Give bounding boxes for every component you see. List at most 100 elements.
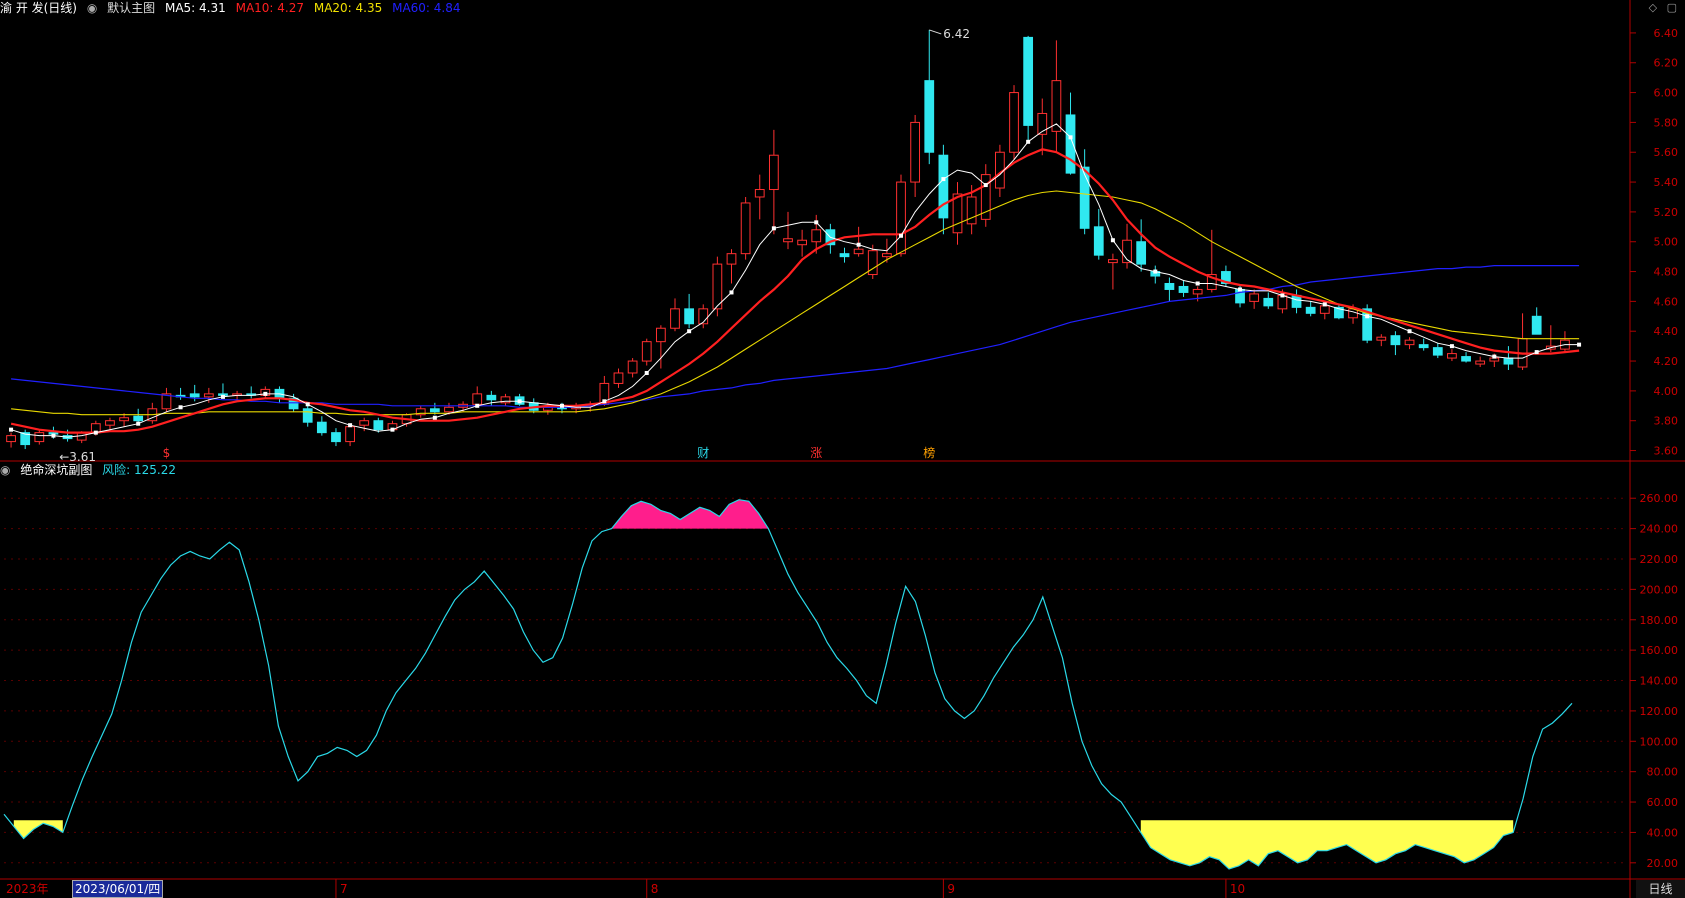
- candle-body: [670, 308, 680, 329]
- risk-tick-label: 200.00: [1640, 583, 1679, 596]
- candle-body: [359, 420, 370, 426]
- ma5-dot: [1280, 293, 1285, 298]
- kline-chart[interactable]: 6.40 6.20 6.00 5.80 5.60 5.40 5.20 5.00 4.80 4.60…: [0, 0, 1685, 898]
- risk-tick-label: 260.00: [1640, 492, 1679, 505]
- candle-body: [627, 360, 638, 374]
- price-tick-label: 4.80: [1654, 266, 1679, 279]
- candle-body: [1277, 294, 1288, 310]
- ma5-dot: [771, 226, 776, 231]
- candle: [1136, 219, 1147, 272]
- candle: [768, 129, 779, 235]
- ma5-dot: [51, 433, 56, 438]
- candle-body: [1531, 315, 1542, 335]
- candle-body: [1079, 166, 1090, 229]
- candle: [1164, 277, 1175, 302]
- candle-body: [345, 426, 355, 443]
- time-axis: 2023年: [0, 880, 1685, 898]
- candle-body: [1023, 36, 1034, 126]
- ma5-dot: [1195, 281, 1200, 286]
- candle: [1376, 334, 1387, 347]
- ma5-dot: [856, 242, 861, 247]
- candle-body: [924, 80, 935, 153]
- candle-body: [472, 393, 483, 405]
- candle: [500, 393, 511, 406]
- candle: [952, 182, 963, 245]
- ma5-dot: [475, 403, 480, 408]
- ma5-dot: [93, 430, 98, 435]
- ma5-line: [10, 123, 1580, 438]
- ma5-dot: [178, 405, 183, 410]
- candle-body: [6, 435, 16, 443]
- selected-date[interactable]: 2023/06/01/四: [72, 880, 164, 898]
- candle-body: [1065, 114, 1076, 174]
- ma5-dot: [1449, 344, 1454, 349]
- candle: [1334, 304, 1344, 320]
- ma5-dot: [1492, 354, 1497, 359]
- risk-tick-label: 60.00: [1647, 796, 1679, 809]
- candle: [839, 247, 850, 263]
- candle: [175, 387, 186, 400]
- candle: [1023, 35, 1034, 141]
- candle-body: [1291, 294, 1302, 308]
- ma5-dot: [1322, 302, 1327, 307]
- candle-body: [726, 253, 737, 265]
- candle-body: [1461, 356, 1471, 362]
- risk-tick-label: 240.00: [1640, 523, 1679, 536]
- candle: [1432, 343, 1443, 359]
- candle: [1291, 289, 1302, 314]
- candle-body: [839, 253, 850, 258]
- period-button[interactable]: 日线: [1636, 880, 1685, 898]
- candle: [133, 408, 144, 424]
- candle: [119, 413, 129, 427]
- candle-body: [712, 263, 723, 310]
- candle: [754, 174, 765, 220]
- ma5-dot: [983, 183, 988, 188]
- candle-body: [203, 393, 214, 398]
- candle-body: [1263, 297, 1274, 307]
- event-marker: $: [163, 446, 171, 460]
- candle: [1093, 208, 1104, 260]
- ma5-dot: [899, 233, 904, 238]
- candle-body: [613, 372, 624, 384]
- candle-body: [1503, 357, 1514, 365]
- candle: [797, 229, 808, 257]
- ma20-line: [11, 190, 1580, 416]
- candle: [1404, 337, 1415, 350]
- candle-body: [1390, 335, 1401, 346]
- event-marker: 涨: [810, 445, 822, 460]
- candle: [246, 386, 257, 399]
- event-marker: 榜: [923, 445, 935, 460]
- candle-body: [34, 432, 45, 443]
- candle-body: [133, 415, 144, 422]
- candle: [147, 402, 158, 424]
- candle-body: [910, 121, 921, 183]
- ma5-dot: [1068, 135, 1073, 140]
- ma5-dot: [348, 423, 353, 428]
- ma5-dot: [1365, 314, 1370, 319]
- candle: [740, 196, 751, 260]
- candle-body: [938, 154, 949, 219]
- candle: [1560, 331, 1570, 353]
- candle-body: [302, 408, 313, 423]
- risk-tick-label: 160.00: [1640, 644, 1679, 657]
- candle-body: [486, 394, 497, 401]
- candle: [1305, 301, 1316, 317]
- candle-body: [1178, 285, 1189, 293]
- candle-body: [684, 308, 694, 325]
- candle-body: [797, 239, 808, 246]
- candle-body: [1418, 344, 1429, 349]
- candle: [1263, 292, 1274, 309]
- ma5-dot: [1153, 269, 1158, 274]
- candle: [6, 432, 16, 448]
- candle-body: [882, 253, 892, 258]
- candle-body: [853, 248, 864, 255]
- candle-body: [331, 432, 341, 443]
- candle: [1461, 352, 1471, 363]
- ma5-dot: [517, 399, 522, 404]
- candle: [1178, 280, 1189, 297]
- price-tick-label: 3.60: [1654, 445, 1679, 458]
- candle: [415, 405, 426, 418]
- ma5-dot: [432, 415, 437, 420]
- candle-body: [1432, 347, 1443, 356]
- candle: [331, 428, 341, 447]
